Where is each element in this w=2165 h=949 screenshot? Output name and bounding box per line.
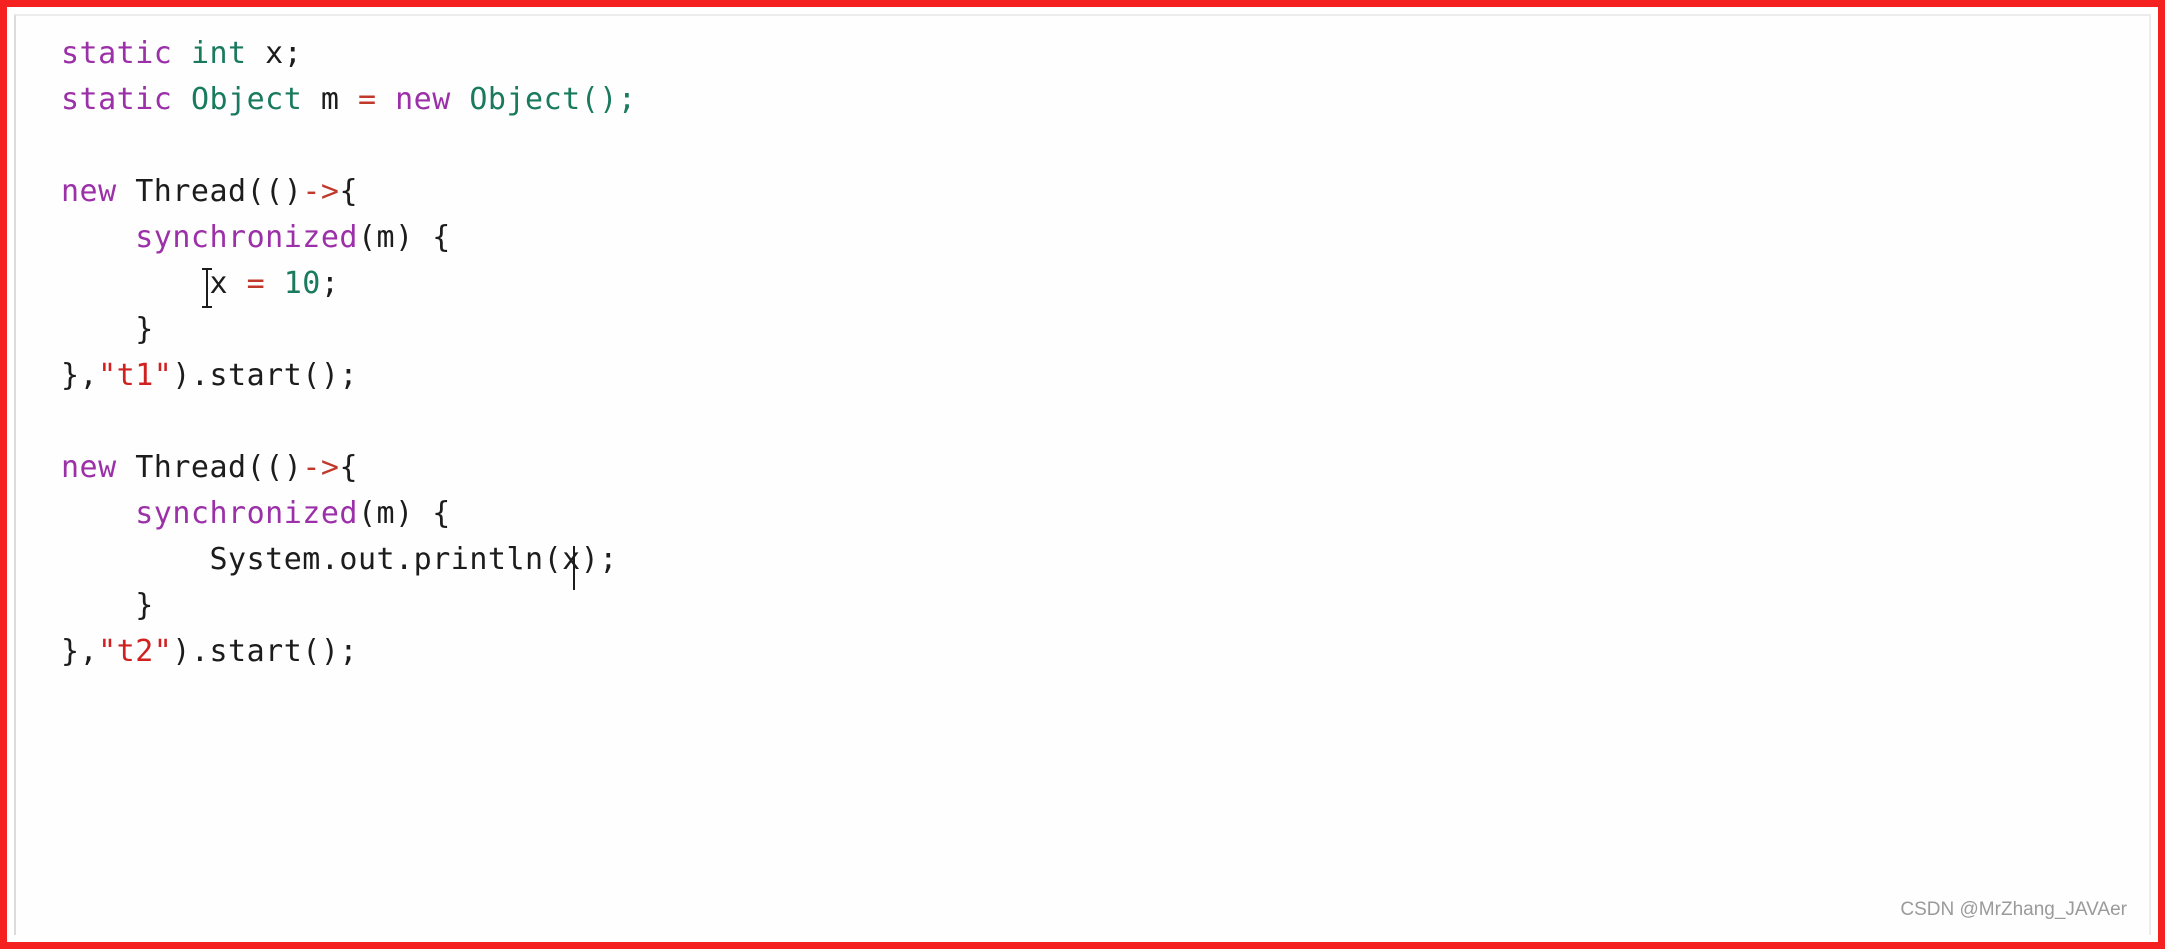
code-token-op: = xyxy=(246,266,266,301)
code-token-plain: (m) { xyxy=(358,496,451,531)
code-token-kw: new xyxy=(395,82,451,117)
code-token-plain: }, xyxy=(61,634,99,669)
code-token-plain: { xyxy=(339,450,358,485)
code-block[interactable]: static int x; static Object m = new Objec… xyxy=(61,31,2149,935)
code-token-plain: ).start(); xyxy=(172,358,358,393)
code-token-op: -> xyxy=(302,450,340,485)
code-line[interactable]: synchronized(m) { xyxy=(61,491,2149,537)
code-line[interactable]: System.out.println(x); xyxy=(61,537,2149,583)
code-token-plain: }, xyxy=(61,358,99,393)
code-token-num: 10 xyxy=(283,266,321,301)
code-token-op: = xyxy=(358,82,377,117)
code-token-plain: } xyxy=(61,588,154,623)
code-token-plain: ; xyxy=(320,266,340,301)
code-token-kw: static xyxy=(61,36,173,71)
code-token-type: Object(); xyxy=(469,82,637,117)
code-line[interactable]: synchronized(m) { xyxy=(61,215,2149,261)
code-token-plain: x xyxy=(61,266,247,301)
i-beam-cursor-icon xyxy=(199,268,215,308)
code-token-plain: } xyxy=(61,312,154,347)
code-token-str: "t2" xyxy=(98,634,173,669)
code-line[interactable]: new Thread(()->{ xyxy=(61,445,2149,491)
code-line[interactable]: } xyxy=(61,583,2149,629)
code-token-kw: synchronized xyxy=(135,496,358,531)
code-token-plain: Thread(() xyxy=(116,450,303,485)
code-token-kw: static xyxy=(61,82,173,117)
text-caret xyxy=(573,546,575,590)
code-line[interactable]: },"t2").start(); xyxy=(61,629,2149,675)
code-token-plain: ).start(); xyxy=(172,634,358,669)
code-token-type: Object xyxy=(190,82,303,117)
code-token-kw: new xyxy=(61,450,117,485)
code-line[interactable]: },"t1").start(); xyxy=(61,353,2149,399)
code-line[interactable]: } xyxy=(61,307,2149,353)
editor-frame: static int x; static Object m = new Objec… xyxy=(14,14,2151,935)
code-line[interactable]: static int x; xyxy=(61,31,2149,77)
code-token-plain: x; xyxy=(246,36,303,71)
code-token-plain: m xyxy=(302,82,358,117)
code-token-kw: new xyxy=(61,174,117,209)
code-line[interactable] xyxy=(61,123,2149,169)
code-token-kw: synchronized xyxy=(135,220,358,255)
code-token-str: "t1" xyxy=(98,358,173,393)
code-line[interactable] xyxy=(61,399,2149,445)
code-token-plain: System.out.println(x); xyxy=(61,542,618,577)
code-token-plain: { xyxy=(339,174,358,209)
watermark: CSDN @MrZhang_JAVAer xyxy=(1900,899,2127,920)
code-line[interactable]: static Object m = new Object(); xyxy=(61,77,2149,123)
code-token-plain: (m) { xyxy=(358,220,451,255)
code-token-type: int xyxy=(190,36,247,71)
code-token-plain: Thread(() xyxy=(116,174,303,209)
code-line[interactable]: x = 10; xyxy=(61,261,2149,307)
code-screenshot: static int x; static Object m = new Objec… xyxy=(0,0,2165,949)
code-line[interactable]: new Thread(()->{ xyxy=(61,169,2149,215)
code-token-op: -> xyxy=(302,174,340,209)
